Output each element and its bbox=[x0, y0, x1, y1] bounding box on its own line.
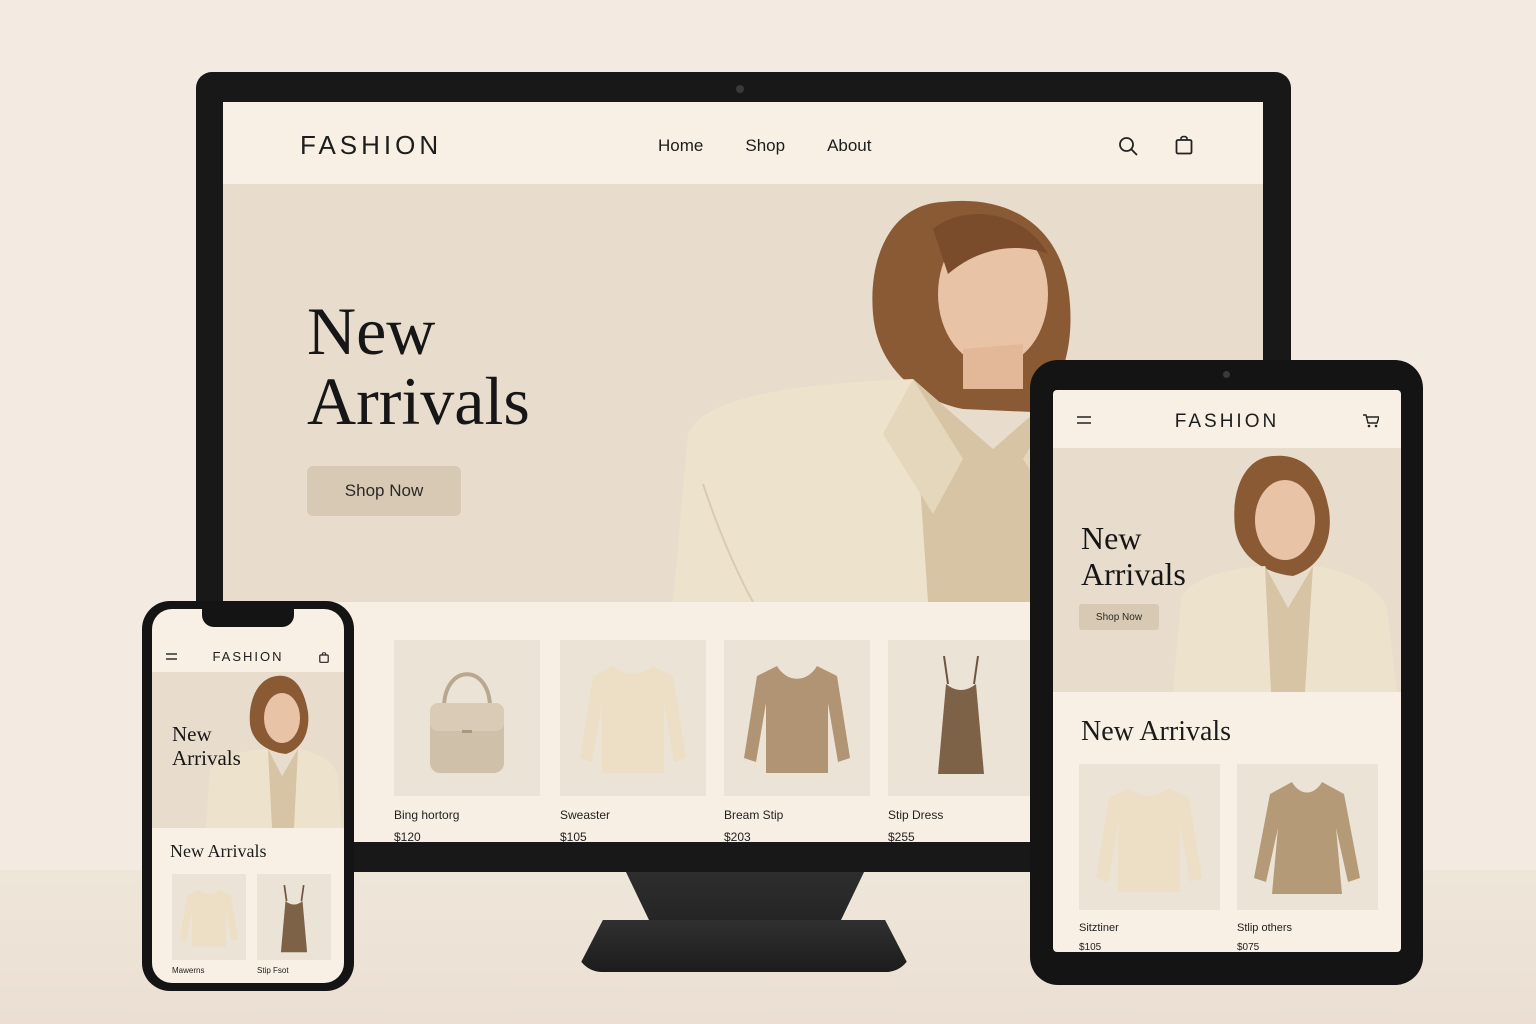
product-name: Mawerns bbox=[172, 966, 205, 975]
product-name: Sweaster bbox=[560, 808, 611, 822]
product-card[interactable]: Bream Stip $203 bbox=[724, 640, 870, 842]
shopping-bag-icon[interactable] bbox=[1175, 135, 1193, 155]
tunic-icon bbox=[1254, 782, 1360, 894]
brand-logo[interactable]: FASHION bbox=[1053, 411, 1401, 433]
product-card[interactable]: Sitztiner $105 bbox=[1079, 764, 1220, 952]
product-card[interactable]: Stip Dress $255 bbox=[888, 640, 1034, 842]
desktop-header: FASHION Home Shop About bbox=[223, 102, 1263, 184]
nav-shop[interactable]: Shop bbox=[745, 136, 785, 156]
section-title: New Arrivals bbox=[1081, 716, 1232, 747]
product-name: Bing hortorg bbox=[394, 808, 460, 822]
product-name: Stip Fsot bbox=[257, 966, 289, 975]
product-card[interactable]: Bing hortorg $120 bbox=[394, 640, 540, 842]
monitor-stand-base bbox=[576, 920, 912, 972]
product-photo bbox=[888, 640, 1034, 796]
shop-now-button[interactable]: Shop Now bbox=[307, 466, 461, 516]
section-title: New Arrivals bbox=[170, 841, 267, 861]
product-card[interactable]: Stlip others $075 bbox=[1237, 764, 1378, 952]
product-card[interactable]: Sweaster $105 bbox=[560, 640, 706, 842]
brand-logo[interactable]: FASHION bbox=[152, 649, 344, 664]
nav-home[interactable]: Home bbox=[658, 136, 703, 156]
product-photo bbox=[257, 874, 331, 960]
shopping-bag-icon[interactable] bbox=[319, 652, 329, 663]
product-photo bbox=[1079, 764, 1220, 910]
product-price: $255 bbox=[888, 830, 915, 842]
slip-dress-icon bbox=[938, 655, 984, 774]
product-name: Bream Stip bbox=[724, 808, 784, 822]
sweater-icon bbox=[744, 666, 850, 773]
product-photo bbox=[724, 640, 870, 796]
product-photo bbox=[172, 874, 246, 960]
sweater-icon bbox=[180, 889, 238, 947]
hero-title-line2: Arrivals bbox=[172, 746, 241, 770]
nav-about[interactable]: About bbox=[827, 136, 871, 156]
phone-screen: FASHION New Arrivals New Arrivals Mawern… bbox=[152, 609, 344, 983]
cart-icon[interactable] bbox=[1363, 414, 1379, 428]
phone-hero: New Arrivals bbox=[152, 672, 344, 828]
product-card[interactable]: Stip Fsot bbox=[257, 874, 331, 975]
product-price: $203 bbox=[724, 830, 751, 842]
handbag-icon bbox=[430, 672, 504, 773]
shop-now-button[interactable]: Shop Now bbox=[1079, 604, 1159, 630]
product-name: Stip Dress bbox=[888, 808, 944, 822]
product-photo bbox=[1237, 764, 1378, 910]
hero-title-line2: Arrivals bbox=[307, 363, 530, 439]
sweater-icon bbox=[580, 666, 686, 773]
hero-title-line1: New bbox=[1081, 520, 1142, 556]
slip-dress-icon bbox=[280, 885, 308, 953]
brand-logo[interactable]: FASHION bbox=[300, 130, 442, 161]
hero-model-image bbox=[1173, 455, 1397, 692]
product-photo bbox=[394, 640, 540, 796]
product-price: $105 bbox=[1079, 942, 1102, 952]
product-card[interactable]: Mawerns bbox=[172, 874, 246, 975]
hero-title-line1: New bbox=[172, 722, 212, 746]
desktop-nav: Home Shop About bbox=[658, 136, 872, 156]
hero-title-line2: Arrivals bbox=[1081, 556, 1186, 592]
sweater-icon bbox=[1096, 788, 1202, 892]
product-price: $075 bbox=[1237, 942, 1260, 952]
product-price: $105 bbox=[560, 830, 587, 842]
phone-notch bbox=[202, 609, 294, 627]
product-price: $120 bbox=[394, 830, 421, 842]
tablet-screen: FASHION New Arrivals Shop Now New Arriva… bbox=[1053, 390, 1401, 952]
monitor-camera bbox=[736, 85, 744, 93]
hero-title: New Arrivals bbox=[307, 296, 530, 436]
phone-device: FASHION New Arrivals New Arrivals Mawern… bbox=[142, 601, 354, 991]
product-photo bbox=[560, 640, 706, 796]
search-icon[interactable] bbox=[1118, 136, 1138, 156]
product-name: Stlip others bbox=[1237, 922, 1293, 934]
tablet-camera bbox=[1223, 371, 1230, 378]
hero-title: New Arrivals bbox=[172, 722, 241, 770]
tablet-device: FASHION New Arrivals Shop Now New Arriva… bbox=[1030, 360, 1423, 985]
product-name: Sitztiner bbox=[1079, 922, 1119, 934]
tablet-hero: New Arrivals Shop Now bbox=[1053, 448, 1401, 692]
hero-title: New Arrivals bbox=[1081, 520, 1186, 592]
hero-title-line1: New bbox=[307, 293, 436, 369]
